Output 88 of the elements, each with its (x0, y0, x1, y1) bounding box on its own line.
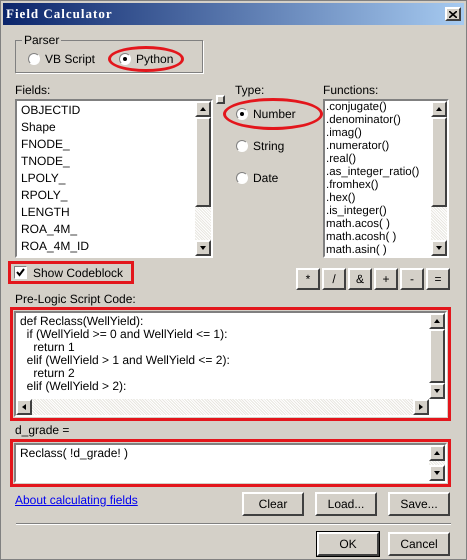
function-item[interactable]: .denominator() (326, 114, 431, 127)
scroll-button[interactable] (431, 240, 447, 256)
radio-button[interactable] (236, 140, 248, 152)
dialog-button[interactable]: Save... (388, 492, 450, 516)
operator-button[interactable]: * (296, 268, 320, 290)
functions-list[interactable]: .conjugate() .denominator() .imag() .numerator() .real() .as_integer_ratio() .fromhex() .hex() .is_integer() math.acos( ) math.acosh( ) math.asin( ) (323, 99, 449, 258)
up-arrow-icon (433, 317, 441, 325)
right-arrow-icon (417, 403, 425, 411)
pre-logic-label: Pre-Logic Script Code: (15, 292, 137, 306)
scroll-button[interactable] (16, 399, 32, 415)
operator-button[interactable]: + (374, 268, 398, 290)
vertical-scrollbar[interactable] (431, 101, 447, 256)
left-arrow-icon (20, 403, 28, 411)
scroll-thumb[interactable] (195, 117, 211, 207)
radio-button[interactable] (28, 52, 40, 64)
scroll-thumb[interactable] (429, 329, 445, 383)
field-item[interactable]: RPOLY_ (21, 187, 195, 204)
radio-button[interactable] (119, 52, 132, 64)
fields-label: Fields: (15, 83, 52, 97)
function-item[interactable]: .conjugate() (326, 101, 431, 114)
field-item[interactable]: ROA_4M_ID (21, 238, 195, 255)
up-arrow-icon (435, 105, 443, 113)
horizontal-scrollbar[interactable] (16, 399, 429, 415)
function-item[interactable]: .real() (326, 153, 431, 166)
operator-button[interactable]: / (322, 268, 346, 290)
fields-list[interactable]: OBJECTID Shape FNODE_ TNODE_ LPOLY_ RPOLY_ LENGTH ROA_4M_ ROA_4M_ID (15, 99, 213, 258)
show-codeblock-checkbox[interactable]: Show Codeblock (14, 264, 124, 282)
radio-option[interactable]: Number (236, 105, 310, 123)
function-item[interactable]: .as_integer_ratio() (326, 166, 431, 179)
close-button[interactable] (445, 7, 461, 21)
dialog-button[interactable]: Load... (315, 492, 377, 516)
scroll-button[interactable] (195, 240, 211, 256)
scroll-button[interactable] (413, 399, 429, 415)
scroll-thumb[interactable] (431, 117, 447, 207)
window-title: Field Calculator (6, 5, 113, 24)
help-link[interactable]: About calculating fields (15, 491, 138, 509)
function-item[interactable]: .imag() (326, 127, 431, 140)
field-item[interactable]: OBJECTID (21, 102, 195, 119)
type-label: Type: (235, 83, 266, 97)
scroll-button[interactable] (429, 465, 445, 481)
down-arrow-icon (199, 244, 207, 252)
vertical-scrollbar[interactable] (195, 101, 211, 256)
radio-button[interactable] (236, 108, 248, 120)
script-field[interactable]: def Reclass(WellYield): if (WellYield >= 0 and WellYield <= 1): return 1 elif (WellYield > 1 and WellYield <= 2): return 2 elif (WellYield > 2): (14, 311, 447, 417)
scroll-button[interactable] (429, 313, 445, 329)
function-item[interactable]: .numerator() (326, 140, 431, 153)
scroll-button[interactable] (195, 101, 211, 117)
function-item[interactable]: math.asin( ) (326, 244, 431, 256)
radio-option[interactable]: VB Script (28, 50, 96, 68)
field-item[interactable]: TNODE_ (21, 153, 195, 170)
function-item[interactable]: .is_integer() (326, 205, 431, 218)
up-arrow-icon (199, 105, 207, 113)
checkmark-icon (16, 268, 25, 277)
dialog-button[interactable]: OK (317, 532, 379, 556)
field-item[interactable]: Shape (21, 119, 195, 136)
scroll-button[interactable] (429, 445, 445, 461)
radio-option[interactable]: Date (236, 169, 310, 187)
resize-grip-icon[interactable] (216, 95, 225, 104)
vertical-scrollbar[interactable] (429, 313, 445, 399)
field-item[interactable]: LPOLY_ (21, 170, 195, 187)
functions-label: Functions: (323, 83, 380, 97)
close-icon (449, 10, 457, 18)
field-item[interactable]: FNODE_ (21, 136, 195, 153)
operator-button[interactable]: & (348, 268, 372, 290)
dialog-button[interactable]: Cancel (388, 532, 450, 556)
expression-field[interactable]: Reclass( !d_grade! ) (14, 443, 447, 483)
scroll-button[interactable] (431, 101, 447, 117)
radio-option[interactable]: Python (119, 50, 174, 68)
operator-button[interactable]: - (400, 268, 424, 290)
radio-option[interactable]: String (236, 137, 310, 155)
field-item[interactable]: ROA_4M_ (21, 221, 195, 238)
radio-button[interactable] (236, 172, 248, 184)
scroll-button[interactable] (429, 383, 445, 399)
vertical-scrollbar[interactable] (429, 445, 445, 481)
up-arrow-icon (433, 449, 441, 457)
expression-label: d_grade = (15, 423, 70, 437)
field-item[interactable]: LENGTH (21, 204, 195, 221)
down-arrow-icon (435, 244, 443, 252)
function-item[interactable]: .fromhex() (326, 179, 431, 192)
down-arrow-icon (433, 469, 441, 477)
dialog-button[interactable]: Clear (242, 492, 304, 516)
operator-button[interactable]: = (426, 268, 450, 290)
function-item[interactable]: math.acos( ) (326, 218, 431, 231)
function-item[interactable]: .hex() (326, 192, 431, 205)
checkbox[interactable] (14, 266, 27, 279)
function-item[interactable]: math.acosh( ) (326, 231, 431, 244)
group-label: Parser (22, 33, 62, 47)
down-arrow-icon (433, 387, 441, 395)
